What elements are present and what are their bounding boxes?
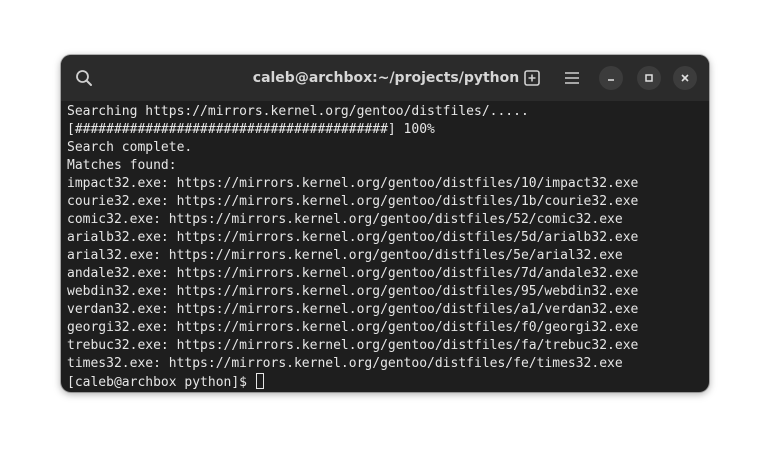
terminal-window: caleb@archbox:~/projects/python Searchin… <box>61 55 709 392</box>
terminal-line: [#######################################… <box>67 122 435 137</box>
minimize-icon <box>608 79 614 81</box>
terminal-line: comic32.exe: https://mirrors.kernel.org/… <box>67 212 623 227</box>
search-icon <box>76 70 92 86</box>
search-button[interactable] <box>70 64 98 92</box>
prompt-line[interactable]: [caleb@archbox python]$ <box>67 373 703 391</box>
maximize-icon <box>645 74 653 82</box>
close-button[interactable] <box>673 66 697 90</box>
terminal-line: verdan32.exe: https://mirrors.kernel.org… <box>67 302 639 317</box>
shell-prompt: [caleb@archbox python]$ <box>67 375 255 390</box>
window-title: caleb@archbox:~/projects/python <box>252 70 520 86</box>
terminal-line: arial32.exe: https://mirrors.kernel.org/… <box>67 248 623 263</box>
terminal-output[interactable]: Searching https://mirrors.kernel.org/gen… <box>67 103 703 391</box>
minimize-button[interactable] <box>599 66 623 90</box>
terminal-line: impact32.exe: https://mirrors.kernel.org… <box>67 176 639 191</box>
terminal-line: georgi32.exe: https://mirrors.kernel.org… <box>67 320 639 335</box>
terminal-line: times32.exe: https://mirrors.kernel.org/… <box>67 356 623 371</box>
hamburger-menu-icon <box>565 72 579 84</box>
terminal-line: Matches found: <box>67 158 177 173</box>
terminal-line: arialb32.exe: https://mirrors.kernel.org… <box>67 230 639 245</box>
terminal-line: Searching https://mirrors.kernel.org/gen… <box>67 104 529 119</box>
terminal-line: webdin32.exe: https://mirrors.kernel.org… <box>67 284 639 299</box>
terminal-line: trebuc32.exe: https://mirrors.kernel.org… <box>67 338 639 353</box>
terminal-line: andale32.exe: https://mirrors.kernel.org… <box>67 266 639 281</box>
headerbar: caleb@archbox:~/projects/python <box>61 55 709 101</box>
text-cursor <box>255 373 264 389</box>
new-tab-plus-icon <box>524 70 540 86</box>
close-icon <box>681 74 689 82</box>
new-tab-button[interactable] <box>518 64 546 92</box>
maximize-button[interactable] <box>637 66 661 90</box>
main-menu-button[interactable] <box>558 64 586 92</box>
terminal-line: courie32.exe: https://mirrors.kernel.org… <box>67 194 639 209</box>
terminal-line: Search complete. <box>67 140 193 155</box>
